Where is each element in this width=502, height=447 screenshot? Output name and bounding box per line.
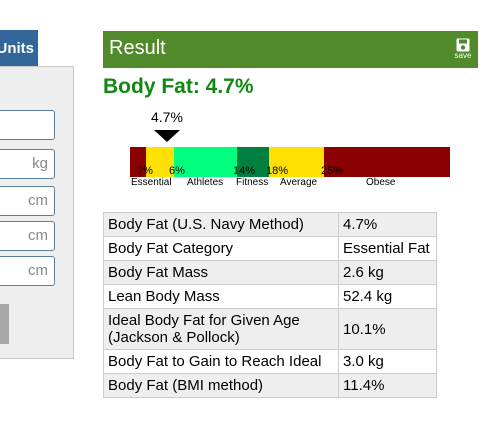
pointer-arrow-icon (154, 130, 180, 142)
scale-tick: 6% (169, 165, 185, 177)
row-label: Ideal Body Fat for Given Age (Jackson & … (103, 308, 339, 350)
table-row: Lean Body Mass 52.4 kg (103, 284, 437, 309)
row-label: Body Fat (BMI method) (103, 373, 339, 398)
row-value: 52.4 kg (338, 284, 437, 309)
height-field[interactable]: cm (0, 186, 55, 216)
row-label: Lean Body Mass (103, 284, 339, 309)
row-value: 10.1% (338, 308, 437, 350)
scale-tick: 25% (321, 165, 344, 177)
row-value: 3.0 kg (338, 349, 437, 374)
save-icon (456, 38, 470, 52)
scale-category-label: Essential (131, 177, 172, 188)
row-label: Body Fat Mass (103, 260, 339, 285)
results-table: Body Fat (U.S. Navy Method) 4.7% Body Fa… (103, 212, 437, 398)
row-value: 4.7% (338, 212, 437, 237)
row-label: Body Fat Category (103, 236, 339, 261)
table-row: Body Fat Mass 2.6 kg (103, 260, 437, 285)
height-unit: cm (28, 192, 48, 209)
units-tab[interactable]: Units (0, 30, 38, 66)
pointer-value: 4.7% (151, 109, 183, 125)
waist-unit: cm (28, 262, 48, 279)
save-button[interactable]: save (454, 38, 472, 60)
table-row: Body Fat to Gain to Reach Ideal 3.0 kg (103, 349, 437, 374)
scale-category-label: Athletes (187, 177, 224, 188)
scale-category-label: Average (280, 177, 318, 188)
result-title: Result (109, 37, 166, 59)
row-label: Body Fat to Gain to Reach Ideal (103, 349, 339, 374)
row-value: Essential Fat (338, 236, 437, 261)
neck-unit: cm (28, 227, 48, 244)
scale-tick: 2% (137, 165, 153, 177)
table-row: Body Fat Category Essential Fat (103, 236, 437, 261)
scale-category-label: Obese (366, 177, 396, 188)
waist-field[interactable]: cm (0, 256, 55, 286)
weight-unit: kg (32, 155, 48, 172)
row-value: 2.6 kg (338, 260, 437, 285)
neck-field[interactable]: cm (0, 221, 55, 251)
table-row: Body Fat (BMI method) 11.4% (103, 373, 437, 398)
age-field[interactable] (0, 110, 55, 140)
scale-tick: 14% (233, 165, 256, 177)
weight-field[interactable]: kg (0, 149, 55, 179)
input-form-panel: kg cm cm cm (0, 66, 74, 359)
table-row: Body Fat (U.S. Navy Method) 4.7% (103, 212, 437, 237)
scale-tick: 18% (266, 165, 289, 177)
row-value: 11.4% (338, 373, 437, 398)
calculate-button[interactable] (0, 304, 9, 344)
body-fat-headline: Body Fat: 4.7% (103, 75, 254, 98)
save-label: save (454, 51, 472, 60)
row-label: Body Fat (U.S. Navy Method) (103, 212, 339, 237)
scale-category-label: Fitness (236, 177, 269, 188)
result-header: Result save (103, 31, 478, 68)
table-row: Ideal Body Fat for Given Age (Jackson & … (103, 308, 437, 350)
